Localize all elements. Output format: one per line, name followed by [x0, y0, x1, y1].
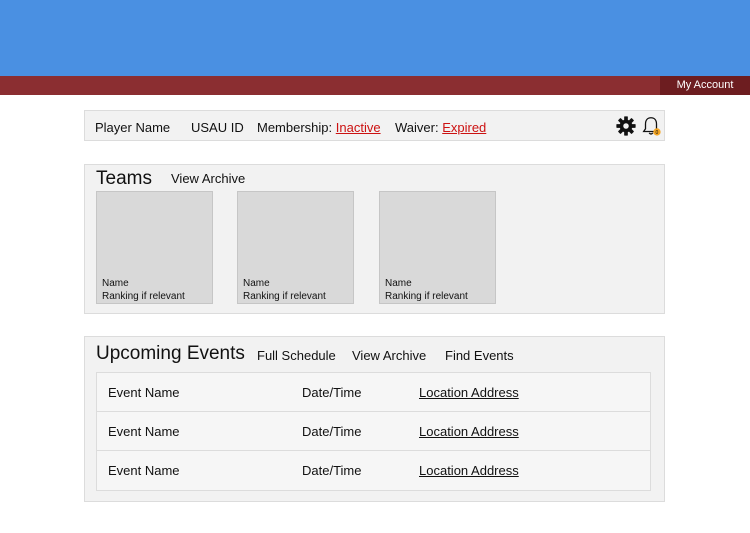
waiver-field: Waiver: Expired	[395, 120, 486, 135]
teams-title: Teams	[96, 168, 152, 189]
events-view-archive-link[interactable]: View Archive	[352, 348, 426, 363]
teams-panel: Teams View Archive Name Ranking if relev…	[84, 164, 665, 314]
team-name: Name	[385, 278, 412, 289]
player-name-label: Player Name	[95, 120, 171, 135]
waiver-status-link[interactable]: Expired	[442, 120, 486, 135]
header-banner	[0, 0, 750, 76]
full-schedule-link[interactable]: Full Schedule	[257, 348, 336, 363]
waiver-label: Waiver:	[395, 120, 439, 135]
notification-count: 0	[656, 130, 659, 136]
event-datetime: Date/Time	[302, 385, 362, 400]
teams-view-archive-link[interactable]: View Archive	[171, 171, 245, 186]
membership-label: Membership:	[257, 120, 333, 135]
my-account-button[interactable]: My Account	[660, 76, 750, 95]
event-location-link[interactable]: Location Address	[419, 385, 519, 400]
find-events-link[interactable]: Find Events	[445, 348, 514, 363]
event-location-link[interactable]: Location Address	[419, 463, 519, 478]
team-card[interactable]: Name Ranking if relevant	[237, 191, 354, 304]
team-ranking: Ranking if relevant	[102, 291, 185, 302]
team-name: Name	[102, 278, 129, 289]
event-name: Event Name	[108, 424, 180, 439]
upcoming-events-panel: Upcoming Events Full Schedule View Archi…	[84, 336, 665, 502]
membership-field: Membership: Inactive	[257, 120, 381, 135]
bell-icon[interactable]: 0	[640, 115, 662, 137]
event-row[interactable]: Event Name Date/Time Location Address	[97, 373, 650, 412]
event-row[interactable]: Event Name Date/Time Location Address	[97, 412, 650, 451]
gear-icon[interactable]	[615, 115, 637, 137]
team-card[interactable]: Name Ranking if relevant	[379, 191, 496, 304]
membership-status-link[interactable]: Inactive	[336, 120, 381, 135]
nav-bar: My Account	[0, 76, 750, 95]
team-ranking: Ranking if relevant	[385, 291, 468, 302]
usau-id-label: USAU ID	[191, 120, 244, 135]
event-datetime: Date/Time	[302, 424, 362, 439]
event-name: Event Name	[108, 463, 180, 478]
event-location-link[interactable]: Location Address	[419, 424, 519, 439]
events-title: Upcoming Events	[96, 343, 245, 364]
event-name: Event Name	[108, 385, 180, 400]
event-datetime: Date/Time	[302, 463, 362, 478]
player-info-bar: Player Name USAU ID Membership: Inactive…	[84, 110, 665, 141]
team-ranking: Ranking if relevant	[243, 291, 326, 302]
events-table: Event Name Date/Time Location Address Ev…	[96, 372, 651, 491]
team-name: Name	[243, 278, 270, 289]
team-card[interactable]: Name Ranking if relevant	[96, 191, 213, 304]
event-row[interactable]: Event Name Date/Time Location Address	[97, 451, 650, 490]
